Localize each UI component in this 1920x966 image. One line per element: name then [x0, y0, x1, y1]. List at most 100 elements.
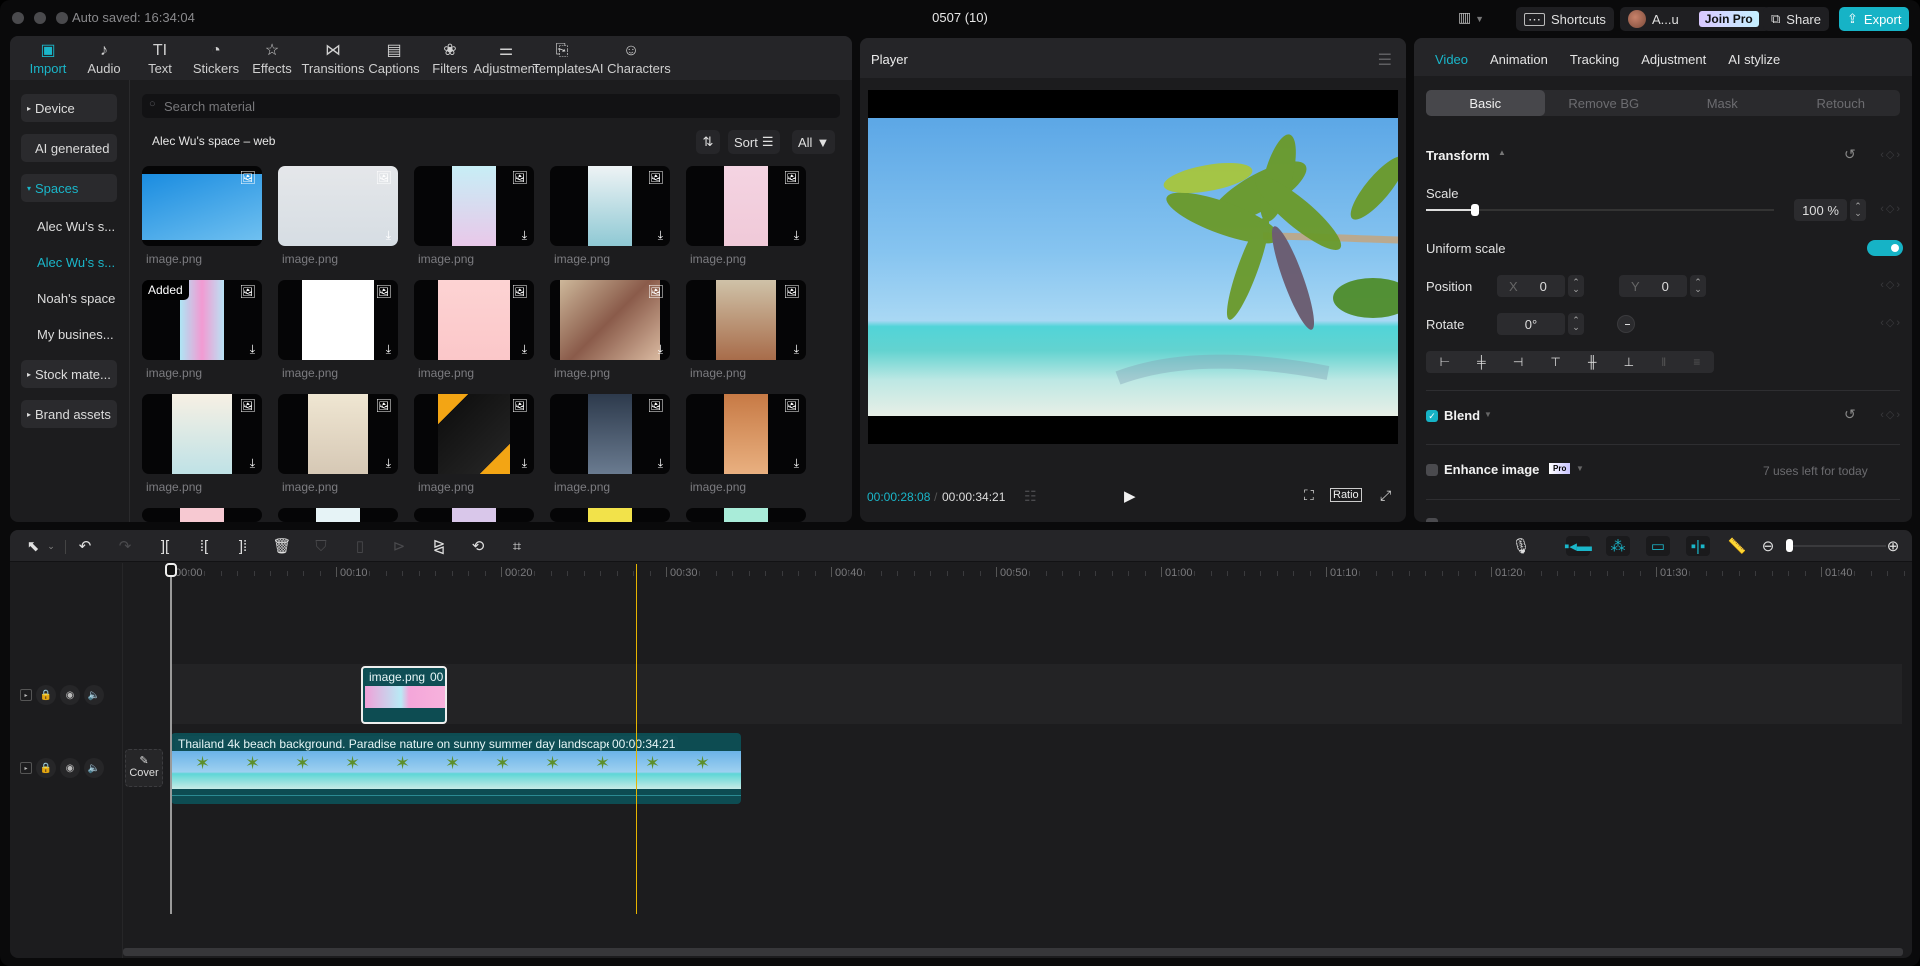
tool-text[interactable]: TI Text	[132, 36, 188, 80]
sidebar-item-8[interactable]: ▸ Brand assets	[21, 400, 117, 428]
split-icon[interactable]: ][	[154, 536, 176, 556]
distribute-v-icon[interactable]: ≡	[1693, 355, 1700, 369]
playhead[interactable]	[636, 564, 637, 914]
sort-order-button[interactable]: ⇅	[696, 130, 720, 154]
video-preview[interactable]	[868, 90, 1398, 444]
cover-button[interactable]: ✎ Cover	[125, 749, 163, 787]
sort-button[interactable]: Sort ☰	[728, 130, 780, 154]
subtab-remove-bg[interactable]: Remove BG	[1545, 90, 1664, 116]
menu-icon[interactable]: ☰	[1378, 50, 1392, 70]
zoom-slider-thumb[interactable]	[1786, 539, 1793, 552]
redo-icon[interactable]: ↷	[114, 536, 136, 556]
crop-icon[interactable]: ⌗	[506, 536, 528, 556]
tool-audio[interactable]: ♪ Audio	[76, 36, 132, 80]
ratio-button[interactable]: Ratio	[1330, 488, 1362, 502]
download-icon[interactable]: ⤓	[658, 228, 663, 243]
download-icon[interactable]: ⤓	[522, 228, 527, 243]
split-right-icon[interactable]: ]⁞	[232, 536, 254, 556]
download-icon[interactable]: ⤓	[794, 342, 799, 357]
tool-ai-characters[interactable]: ☺ AI Characters	[590, 36, 672, 80]
sidebar-item-0[interactable]: ▸ Device	[21, 94, 117, 122]
align-center-h-icon[interactable]: ╪	[1477, 355, 1486, 369]
media-item[interactable]	[550, 508, 670, 522]
sidebar-item-4[interactable]: Alec Wu's s...	[21, 248, 117, 276]
audio-mute-icon[interactable]: 🔈	[84, 758, 104, 778]
media-item[interactable]: 🖼 ⤓	[278, 394, 398, 474]
subtab-retouch[interactable]: Retouch	[1782, 90, 1901, 116]
zoom-slider[interactable]	[1786, 539, 1886, 552]
shortcuts-button[interactable]: ⋯ Shortcuts	[1516, 7, 1614, 31]
download-icon[interactable]: ⤓	[250, 456, 255, 471]
search-input[interactable]: ○ Search material	[142, 94, 840, 118]
download-icon[interactable]: ⤓	[794, 228, 799, 243]
download-icon[interactable]: ⤓	[250, 342, 255, 357]
download-icon[interactable]: ⤓	[522, 456, 527, 471]
rotate-input[interactable]: 0°	[1497, 313, 1565, 335]
scale-stepper[interactable]: ⌃ ⌄	[1850, 199, 1866, 221]
share-button[interactable]: ⧉ Share	[1763, 7, 1829, 31]
expand-icon[interactable]: ▼	[1484, 410, 1492, 419]
align-top-icon[interactable]: ⊤	[1550, 355, 1560, 369]
preview-axis-icon[interactable]: ▪|▪	[1686, 536, 1710, 556]
zoom-preview-icon[interactable]: ⛶	[1304, 487, 1314, 504]
tool-import[interactable]: ▣ Import	[20, 36, 76, 80]
filter-button[interactable]: All ▼	[792, 130, 836, 154]
align-bottom-icon[interactable]: ⊥	[1624, 355, 1634, 369]
link-clips-icon[interactable]: ▭	[1646, 536, 1670, 556]
play-button[interactable]: ▶	[1124, 487, 1136, 505]
media-item[interactable]: 🖼 ⤓	[686, 280, 806, 360]
tool-filters[interactable]: ❀ Filters	[422, 36, 478, 80]
media-item[interactable]	[278, 508, 398, 522]
rotate-icon[interactable]: ⟲	[467, 536, 489, 556]
expand-icon[interactable]: ▼	[1576, 464, 1584, 473]
tool-transitions[interactable]: ⋈ Transitions	[300, 36, 366, 80]
zoom-out-icon[interactable]: ⊖	[1757, 536, 1779, 556]
eye-icon[interactable]: ◉	[60, 758, 80, 778]
scale-slider[interactable]	[1426, 204, 1774, 216]
sidebar-item-7[interactable]: ▸ Stock mate...	[21, 360, 117, 388]
uniform-scale-toggle[interactable]	[1867, 240, 1903, 256]
subtab-basic[interactable]: Basic	[1426, 90, 1545, 116]
position-x-stepper[interactable]: ⌃ ⌄	[1568, 275, 1584, 297]
media-item[interactable]: 🖼 ⤓	[414, 166, 534, 246]
window-zoom-button[interactable]	[56, 12, 68, 24]
reset-icon[interactable]: ↺	[1844, 406, 1856, 423]
download-icon[interactable]: ⤓	[794, 456, 799, 471]
sidebar-item-3[interactable]: Alec Wu's s...	[21, 212, 117, 240]
window-minimize-button[interactable]	[34, 12, 46, 24]
tool-captions[interactable]: ▤ Captions	[366, 36, 422, 80]
lock-icon[interactable]: 🔒	[36, 685, 56, 705]
playhead-handle[interactable]	[165, 563, 177, 577]
media-item[interactable]	[686, 508, 806, 522]
download-icon[interactable]: ⤓	[386, 342, 391, 357]
main-video-clip[interactable]: Thailand 4k beach background. Paradise n…	[171, 733, 741, 804]
distribute-h-icon[interactable]: ‖	[1661, 355, 1666, 369]
auto-snap-icon[interactable]: ⁂	[1606, 536, 1630, 556]
align-middle-v-icon[interactable]: ╫	[1588, 355, 1597, 369]
chevron-down-icon[interactable]: ⌄	[40, 536, 62, 556]
collapse-icon[interactable]: ▲	[1498, 148, 1506, 157]
media-item[interactable]: 🖼 ⤓	[550, 280, 670, 360]
download-icon[interactable]: ⤓	[658, 456, 663, 471]
waveform-toggle-icon[interactable]: ☷	[1024, 488, 1037, 505]
freeze-icon[interactable]: ▯	[349, 536, 371, 556]
scale-slider-thumb[interactable]	[1470, 204, 1479, 216]
timeline-ruler[interactable]: 00:00 00:10 00:20 00:30 00:40 00:50 01:00 01:10…	[122, 563, 1912, 581]
media-item[interactable]: 🖼 ⤓	[278, 166, 398, 246]
delete-icon[interactable]: 🗑	[271, 536, 293, 556]
tab-adjustment[interactable]: Adjustment	[1630, 38, 1717, 76]
reverse-icon[interactable]: ⊳	[388, 536, 410, 556]
mirror-icon[interactable]: ⧎	[428, 536, 450, 556]
media-item[interactable]: 🖼 ⤓ Added	[142, 280, 262, 360]
tool-templates[interactable]: ⎘ Templates	[532, 36, 591, 80]
rotate-dial[interactable]	[1617, 315, 1635, 333]
media-item[interactable]	[142, 508, 262, 522]
scale-input[interactable]: 100 %	[1794, 199, 1847, 221]
media-item[interactable]: 🖼 ⤓	[142, 394, 262, 474]
zoom-in-icon[interactable]: ⊕	[1882, 536, 1904, 556]
join-pro-button[interactable]: Join Pro	[1698, 11, 1759, 27]
audio-mute-icon[interactable]: 🔈	[84, 685, 104, 705]
download-icon[interactable]: ⤓	[658, 342, 663, 357]
rotate-stepper[interactable]: ⌃ ⌄	[1568, 313, 1584, 335]
layout-icon[interactable]: ▥ ▼	[1458, 9, 1484, 26]
